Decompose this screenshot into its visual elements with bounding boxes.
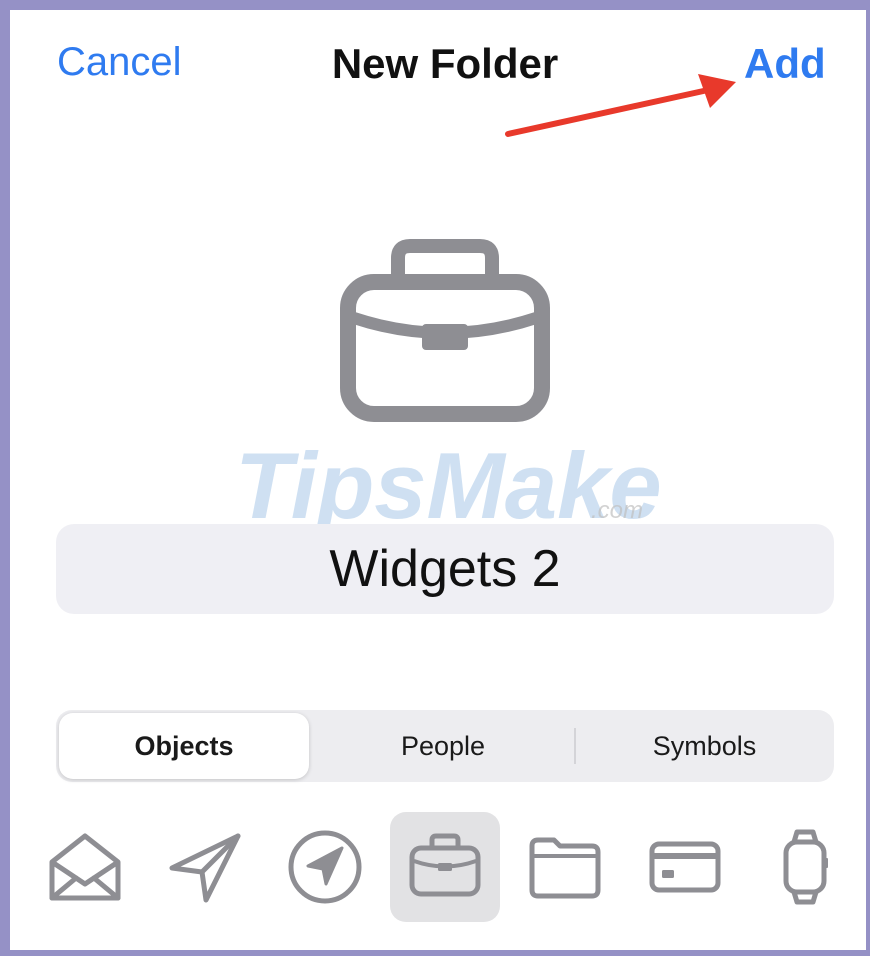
icon-picker-row	[0, 812, 870, 922]
icon-option-envelope[interactable]	[30, 812, 140, 922]
open-envelope-icon	[49, 833, 121, 901]
credit-card-icon	[649, 841, 721, 893]
tipsmake-watermark: TipsMake .com	[235, 440, 662, 530]
segment-divider	[574, 728, 576, 764]
category-segmented-control: Objects People Symbols	[56, 710, 834, 782]
segment-symbols[interactable]: Symbols	[578, 713, 831, 779]
icon-option-paper-plane[interactable]	[150, 812, 260, 922]
folder-name-field[interactable]	[56, 524, 834, 614]
icon-option-folder[interactable]	[510, 812, 620, 922]
location-arrow-circle-icon	[288, 830, 362, 904]
briefcase-icon	[409, 833, 481, 897]
red-arrow-annotation	[505, 74, 736, 137]
segment-people[interactable]: People	[315, 713, 571, 779]
icon-option-watch[interactable]	[750, 812, 860, 922]
icon-option-credit-card[interactable]	[630, 812, 740, 922]
paper-plane-icon	[169, 833, 241, 903]
briefcase-icon	[340, 239, 550, 422]
folder-name-input[interactable]	[56, 538, 834, 600]
icon-option-location[interactable]	[270, 812, 380, 922]
svg-text:.com: .com	[591, 497, 643, 524]
add-button[interactable]: Add	[744, 40, 826, 88]
icon-option-briefcase[interactable]	[390, 812, 500, 922]
folder-icon	[529, 837, 601, 899]
segment-objects[interactable]: Objects	[59, 713, 309, 779]
watch-icon	[783, 829, 828, 905]
